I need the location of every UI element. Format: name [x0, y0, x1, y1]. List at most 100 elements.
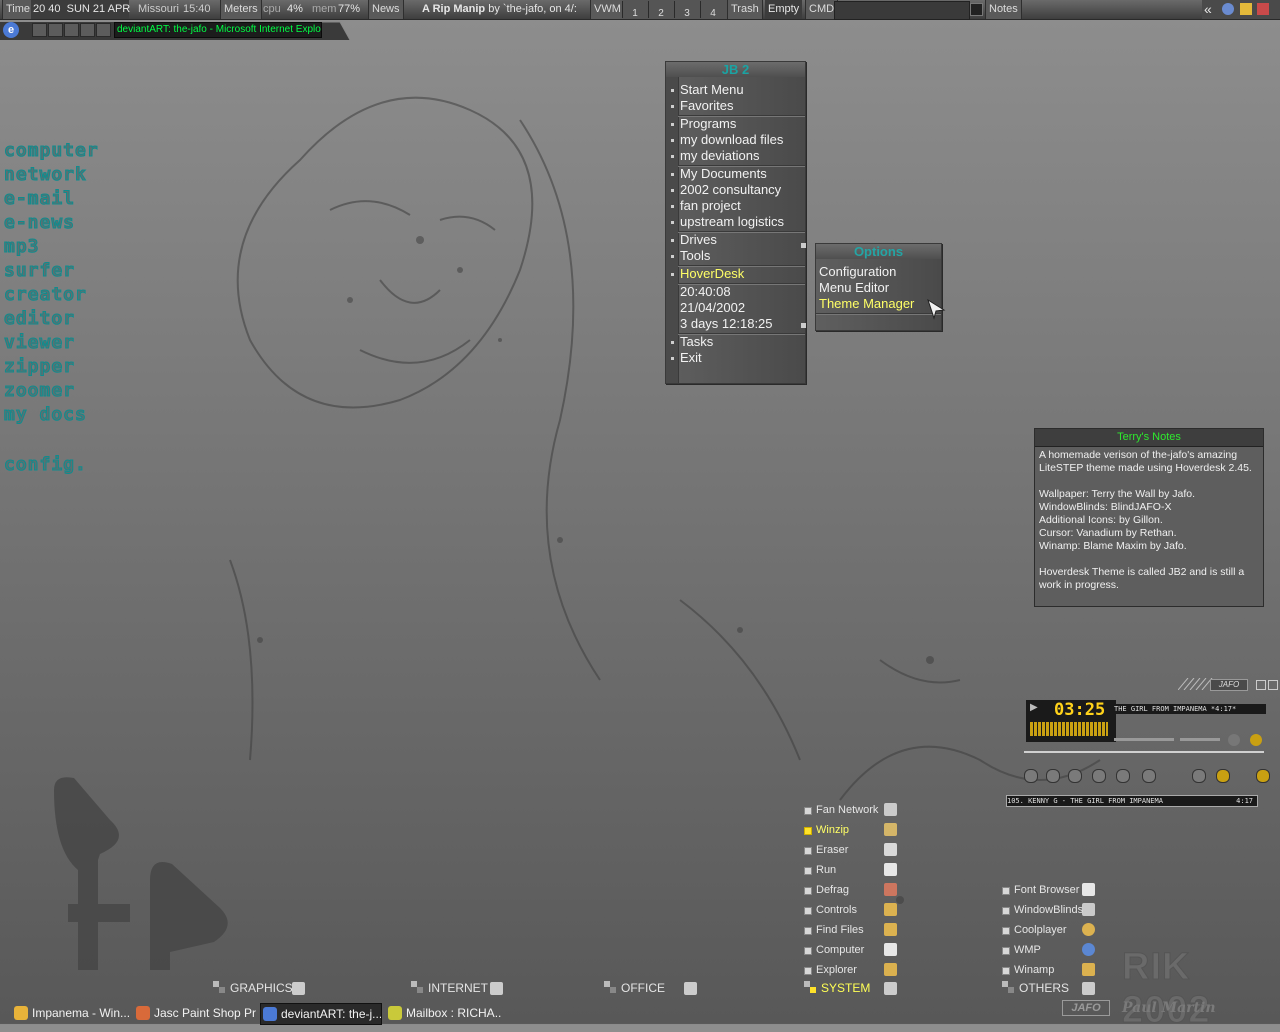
vwm-label[interactable]: VWM: [590, 0, 625, 19]
group-label[interactable]: GRAPHICS: [230, 981, 293, 995]
winamp-eq-button[interactable]: [1228, 734, 1240, 746]
jb2-menu-item[interactable]: fan project: [680, 198, 741, 214]
left-menu-item[interactable]: network: [4, 164, 87, 185]
jb2-menu-item[interactable]: Programs: [680, 116, 736, 132]
font-browser-icon[interactable]: [1082, 883, 1095, 896]
window-pin-button[interactable]: [48, 23, 63, 37]
system-shortcut[interactable]: Winzip: [816, 823, 849, 837]
options-item-theme-manager[interactable]: Theme Manager: [819, 296, 914, 312]
vwm-desk-2[interactable]: 2: [648, 1, 673, 19]
system-shortcut[interactable]: Defrag: [816, 883, 849, 897]
left-menu-item[interactable]: mp3: [4, 236, 40, 257]
run-icon[interactable]: [884, 863, 897, 876]
winamp-balance-slider[interactable]: [1180, 738, 1220, 741]
notes-label[interactable]: Notes: [985, 0, 1022, 19]
left-menu-item[interactable]: zipper: [3, 356, 75, 377]
taskbar-task[interactable]: deviantART: the-j...: [260, 1003, 382, 1025]
trash-label[interactable]: Trash: [727, 0, 763, 19]
winamp-pause-button[interactable]: [1068, 769, 1082, 783]
group-label[interactable]: INTERNET: [428, 981, 488, 995]
notes-body[interactable]: A homemade verison of the-jafo's amazing…: [1039, 449, 1261, 592]
defrag-icon[interactable]: [884, 883, 897, 896]
winzip-icon[interactable]: [884, 823, 897, 836]
jb2-menu-item[interactable]: my download files: [680, 132, 783, 148]
winamp-playlist-button[interactable]: [1250, 734, 1262, 746]
tray-expand-icon[interactable]: «: [1204, 0, 1212, 19]
winamp-playlist[interactable]: 105. KENNY G - THE GIRL FROM IMPANEMA 4:…: [1006, 795, 1258, 807]
vwm-desk-3[interactable]: 3: [674, 1, 699, 19]
winamp-shade-button[interactable]: [1268, 680, 1278, 690]
command-input[interactable]: [834, 1, 970, 20]
winamp-title-scroll[interactable]: THE GIRL FROM IMPANEMA *4:17*: [1114, 704, 1266, 714]
jb2-menu-item[interactable]: upstream logistics: [680, 214, 784, 230]
office-icon[interactable]: [684, 982, 697, 995]
winamp-next-button[interactable]: [1116, 769, 1130, 783]
other-shortcut[interactable]: WMP: [1014, 943, 1041, 957]
jb2-menu-item[interactable]: Drives: [680, 232, 717, 248]
news-label[interactable]: News: [368, 0, 404, 19]
window-close-button[interactable]: [96, 23, 111, 37]
coolplayer-icon[interactable]: [1082, 923, 1095, 936]
other-shortcut[interactable]: Winamp: [1014, 963, 1054, 977]
system-shortcut[interactable]: Explorer: [816, 963, 857, 977]
winamp-repeat-button[interactable]: [1216, 769, 1230, 783]
folder-tray-icon[interactable]: [1240, 3, 1252, 15]
winamp-seek-bar[interactable]: [1024, 751, 1264, 753]
system-shortcut[interactable]: Fan Network: [816, 803, 878, 817]
left-menu-item[interactable]: e-mail: [3, 188, 75, 209]
vwm-desk-4[interactable]: 4: [700, 1, 725, 19]
system-shortcut[interactable]: Controls: [816, 903, 857, 917]
computer-icon[interactable]: [884, 943, 897, 956]
explorer-icon[interactable]: [884, 963, 897, 976]
left-menu-item[interactable]: editor: [3, 308, 75, 329]
window-title[interactable]: deviantART: the-jafo - Microsoft Interne…: [114, 22, 322, 38]
jb2-menu-item-hoverdesk[interactable]: HoverDesk: [680, 266, 744, 282]
others-icon[interactable]: [1082, 982, 1095, 995]
system-shortcut[interactable]: Run: [816, 863, 836, 877]
group-label[interactable]: OFFICE: [621, 981, 665, 995]
system-shortcut[interactable]: Eraser: [816, 843, 848, 857]
system-shortcut[interactable]: Find Files: [816, 923, 864, 937]
winamp-icon[interactable]: [1082, 963, 1095, 976]
left-menu-item[interactable]: e-news: [3, 212, 75, 233]
meters-label[interactable]: Meters: [220, 0, 262, 19]
internet-explorer-icon[interactable]: e: [3, 22, 19, 38]
left-menu-item[interactable]: creator: [4, 284, 87, 305]
left-menu-item[interactable]: zoomer: [3, 380, 75, 401]
winamp-volume-slider[interactable]: [1114, 738, 1174, 741]
jb2-menu-item[interactable]: Tools: [680, 248, 710, 264]
winamp-time[interactable]: 03:25: [1054, 700, 1105, 720]
window-menu-button[interactable]: [32, 23, 47, 37]
taskbar-task[interactable]: Mailbox : RICHA...: [386, 1003, 502, 1023]
other-shortcut[interactable]: Coolplayer: [1014, 923, 1067, 937]
system-icon[interactable]: [884, 982, 897, 995]
jb2-menu-item[interactable]: Exit: [680, 350, 702, 366]
left-menu-item[interactable]: computer: [4, 140, 99, 161]
notes-toggle-box[interactable]: [970, 3, 983, 16]
winamp-prev-button[interactable]: [1024, 769, 1038, 783]
windowblinds-icon[interactable]: [1082, 903, 1095, 916]
empty-trash-button[interactable]: Empty: [765, 0, 803, 19]
jb2-menu-item[interactable]: Favorites: [680, 98, 733, 114]
left-menu-item[interactable]: surfer: [3, 260, 75, 281]
internet-icon[interactable]: [490, 982, 503, 995]
winamp-play-button[interactable]: [1046, 769, 1060, 783]
left-menu-item[interactable]: viewer: [3, 332, 75, 353]
jb2-menu-item[interactable]: My Documents: [680, 166, 767, 182]
taskbar-task[interactable]: Impanema - Win...: [12, 1003, 130, 1023]
jb2-menu-item[interactable]: 2002 consultancy: [680, 182, 781, 198]
winamp-shuffle-button[interactable]: [1192, 769, 1206, 783]
jb2-menu-item[interactable]: Start Menu: [680, 82, 744, 98]
winamp-options-button[interactable]: [1256, 680, 1266, 690]
options-item-configuration[interactable]: Configuration: [819, 264, 896, 280]
winamp-stop-button[interactable]: [1092, 769, 1106, 783]
group-label[interactable]: SYSTEM: [821, 981, 870, 995]
eraser-icon[interactable]: [884, 843, 897, 856]
user-tray-icon[interactable]: [1222, 3, 1234, 15]
jb2-menu-item[interactable]: Tasks: [680, 334, 713, 350]
window-maximize-button[interactable]: [80, 23, 95, 37]
left-menu-item[interactable]: config.: [4, 454, 87, 475]
other-shortcut[interactable]: WindowBlinds: [1014, 903, 1083, 917]
winamp-visualizer[interactable]: [1030, 722, 1108, 736]
winamp-eject-button[interactable]: [1142, 769, 1156, 783]
